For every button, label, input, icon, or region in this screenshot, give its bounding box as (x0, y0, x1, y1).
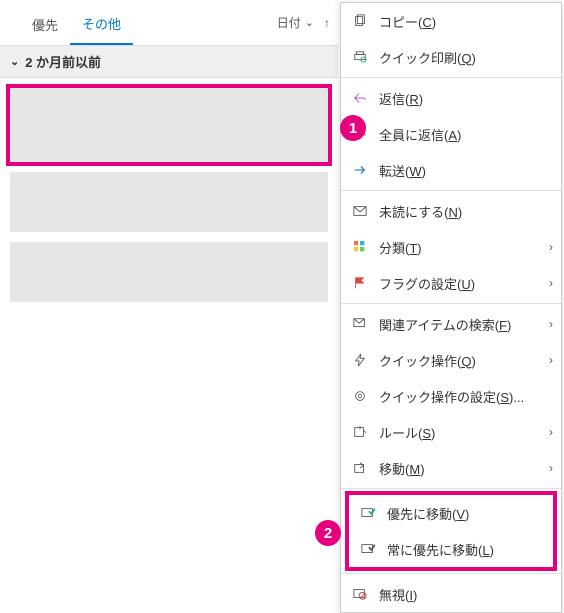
chevron-right-icon: › (549, 461, 553, 475)
context-menu: コピー(C) クイック印刷(Q) 返信(R) 全員に返信(A) 転送(W) 未読… (340, 2, 562, 613)
menu-separator (341, 77, 561, 78)
menu-label: 優先に移動(V) (387, 504, 525, 523)
menu-separator (341, 190, 561, 191)
menu-label: 未読にする(N) (379, 202, 533, 221)
menu-label: 常に優先に移動(L) (387, 540, 525, 559)
menu-separator (341, 488, 561, 489)
menu-label: ルール(S) (379, 423, 533, 442)
sort-direction-icon: ↑ (324, 16, 330, 30)
menu-reply[interactable]: 返信(R) (341, 80, 561, 116)
chevron-down-icon: ⌄ (305, 16, 314, 29)
menu-move[interactable]: 移動(M) › (341, 450, 561, 486)
chevron-right-icon: › (549, 353, 553, 367)
menu-label: 転送(W) (379, 161, 533, 180)
chevron-right-icon: › (549, 317, 553, 331)
menu-mark-unread[interactable]: 未読にする(N) (341, 193, 561, 229)
menu-quick-steps[interactable]: クイック操作(Q) › (341, 342, 561, 378)
menu-move-to-priority[interactable]: 優先に移動(V) (349, 495, 553, 531)
sort-label: 日付 (277, 14, 301, 31)
menu-separator (341, 303, 561, 304)
menu-label: クイック操作(Q) (379, 351, 533, 370)
menu-quick-print[interactable]: クイック印刷(Q) (341, 39, 561, 75)
chevron-right-icon: › (549, 240, 553, 254)
menu-label: 無視(I) (379, 585, 533, 604)
group-label: 2 か月前以前 (25, 52, 101, 71)
chevron-right-icon: › (549, 276, 553, 290)
chevron-down-icon: ⌄ (10, 55, 19, 68)
forward-icon (351, 161, 369, 179)
menu-copy[interactable]: コピー(C) (341, 3, 561, 39)
menu-categorize[interactable]: 分類(T) › (341, 229, 561, 265)
menu-label: クイック操作の設定(S)... (379, 387, 533, 406)
annotation-badge-2: 2 (315, 520, 341, 546)
menu-rules[interactable]: ルール(S) › (341, 414, 561, 450)
menu-forward[interactable]: 転送(W) (341, 152, 561, 188)
message-list-pane: 優先 その他 日付 ⌄ ↑ ⌄ 2 か月前以前 (0, 0, 338, 600)
menu-always-move-to-priority[interactable]: 常に優先に移動(L) (349, 531, 553, 567)
copy-icon (351, 12, 369, 30)
menu-label: 移動(M) (379, 459, 533, 478)
chevron-right-icon: › (549, 425, 553, 439)
message-list (0, 88, 338, 302)
inbox-tabs: 優先 その他 日付 ⌄ ↑ (0, 0, 338, 46)
annotation-badge-1: 1 (340, 115, 366, 141)
mail-icon (351, 202, 369, 220)
menu-flag[interactable]: フラグの設定(U) › (341, 265, 561, 301)
rules-icon (351, 423, 369, 441)
menu-separator (341, 573, 561, 574)
tab-other[interactable]: その他 (70, 8, 133, 45)
menu-label: フラグの設定(U) (379, 274, 533, 293)
message-item[interactable] (10, 88, 328, 162)
date-group-header[interactable]: ⌄ 2 か月前以前 (0, 46, 338, 78)
menu-find-related[interactable]: 関連アイテムの検索(F) › (341, 306, 561, 342)
menu-quick-steps-settings[interactable]: クイック操作の設定(S)... (341, 378, 561, 414)
menu-label: コピー(C) (379, 12, 533, 31)
categorize-icon (351, 238, 369, 256)
menu-label: 分類(T) (379, 238, 533, 257)
print-icon (351, 48, 369, 66)
highlighted-menu-group: 優先に移動(V) 常に優先に移動(L) (345, 491, 557, 571)
flag-icon (351, 274, 369, 292)
reply-icon (351, 89, 369, 107)
mail-check-icon (359, 540, 377, 558)
gear-icon (351, 387, 369, 405)
message-item[interactable] (10, 242, 328, 302)
ignore-icon (351, 585, 369, 603)
sort-control[interactable]: 日付 ⌄ ↑ (277, 14, 330, 31)
menu-ignore[interactable]: 無視(I) (341, 576, 561, 612)
tab-priority[interactable]: 優先 (20, 9, 70, 44)
message-item[interactable] (10, 172, 328, 232)
menu-reply-all[interactable]: 全員に返信(A) (341, 116, 561, 152)
menu-label: 返信(R) (379, 89, 533, 108)
move-icon (351, 459, 369, 477)
menu-label: クイック印刷(Q) (379, 48, 533, 67)
menu-label: 全員に返信(A) (379, 125, 533, 144)
lightning-icon (351, 351, 369, 369)
menu-label: 関連アイテムの検索(F) (379, 315, 533, 334)
mail-check-icon (359, 504, 377, 522)
mail-search-icon (351, 315, 369, 333)
